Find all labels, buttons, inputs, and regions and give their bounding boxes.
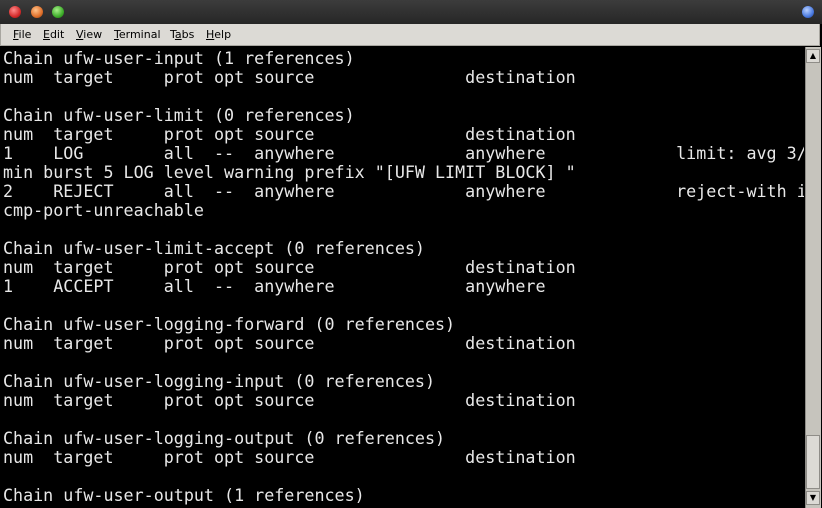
- maximize-window-button[interactable]: [52, 6, 64, 18]
- menu-tabs[interactable]: Tabs: [170, 28, 194, 41]
- terminal-line: num target prot opt source destination: [3, 447, 576, 467]
- terminal-line: num target prot opt source destination: [3, 333, 576, 353]
- terminal-text: Chain ufw-user-input (1 references) num …: [3, 49, 804, 505]
- terminal-line: 2 REJECT all -- anywhere anywhere reject…: [3, 181, 804, 201]
- terminal-line: 1 ACCEPT all -- anywhere anywhere: [3, 276, 546, 296]
- menu-file-label: ile: [18, 28, 32, 41]
- terminal-line: 1 LOG all -- anywhere anywhere limit: av…: [3, 143, 804, 163]
- terminal-line: Chain ufw-user-output (1 references): [3, 485, 365, 505]
- arrow-up-icon: ▲: [809, 51, 817, 60]
- menu-view-label: iew: [83, 28, 103, 41]
- terminal-line: Chain ufw-user-limit (0 references): [3, 105, 355, 125]
- menu-tabs-mnemonic: a: [174, 28, 182, 41]
- close-window-button[interactable]: [9, 6, 21, 18]
- menu-help-label: elp: [214, 28, 232, 41]
- menu-file[interactable]: File: [13, 28, 31, 41]
- terminal-line: Chain ufw-user-logging-output (0 referen…: [3, 428, 446, 448]
- menu-tabs-label: bs: [181, 28, 195, 41]
- minimize-window-button[interactable]: [31, 6, 43, 18]
- title-bar: [0, 0, 822, 24]
- terminal-line: num target prot opt source destination: [3, 390, 576, 410]
- scroll-up-button[interactable]: ▲: [806, 49, 820, 63]
- menu-terminal[interactable]: Terminal: [114, 28, 161, 41]
- terminal-line: min burst 5 LOG level warning prefix "[U…: [3, 162, 576, 182]
- arrow-down-icon: ▼: [809, 493, 817, 502]
- menu-edit-mnemonic: E: [43, 28, 50, 41]
- terminal-line: num target prot opt source destination: [3, 67, 576, 87]
- terminal-line: cmp-port-unreachable: [3, 200, 204, 220]
- terminal-line: num target prot opt source destination: [3, 124, 576, 144]
- vertical-scrollbar[interactable]: ▲ ▼: [805, 47, 821, 508]
- menu-view[interactable]: View: [76, 28, 102, 41]
- menu-terminal-label: erminal: [118, 28, 161, 41]
- terminal-line: Chain ufw-user-limit-accept (0 reference…: [3, 238, 425, 258]
- terminal-line: Chain ufw-user-logging-forward (0 refere…: [3, 314, 456, 334]
- menu-edit-label: dit: [49, 28, 65, 41]
- terminal-output[interactable]: Chain ufw-user-input (1 references) num …: [1, 47, 804, 508]
- terminal-line: num target prot opt source destination: [3, 257, 576, 277]
- menu-help[interactable]: Help: [206, 28, 231, 41]
- scroll-down-button[interactable]: ▼: [806, 491, 820, 505]
- scrollbar-thumb[interactable]: [806, 435, 820, 489]
- menu-edit[interactable]: Edit: [43, 28, 64, 41]
- menu-bar: File Edit View Terminal Tabs Help: [0, 24, 820, 46]
- window-menu-button[interactable]: [802, 6, 814, 18]
- terminal-line: Chain ufw-user-logging-input (0 referenc…: [3, 371, 436, 391]
- terminal-line: Chain ufw-user-input (1 references): [3, 48, 355, 68]
